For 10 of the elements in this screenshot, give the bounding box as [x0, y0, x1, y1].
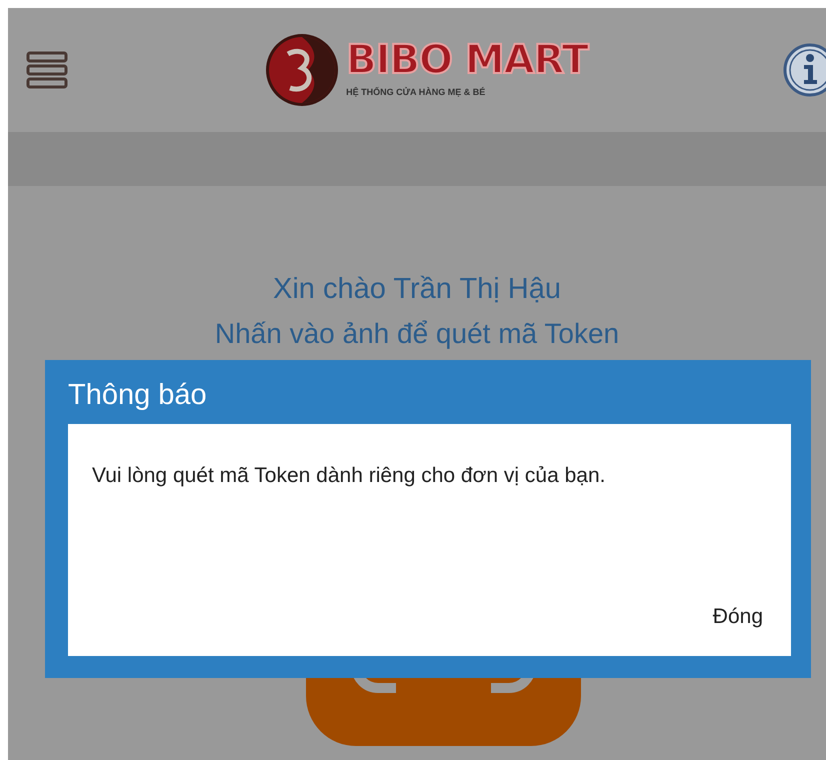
logo-tagline: HỆ THỐNG CỬA HÀNG MẸ & BÉ [346, 86, 486, 100]
greeting-text: Xin chào Trần Thị Hậu [272, 272, 562, 307]
close-button[interactable]: Đóng [706, 596, 769, 636]
dialog-message: Vui lòng quét mã Token dành riêng cho đơn vị của bạn. [92, 462, 606, 489]
info-icon[interactable] [782, 42, 826, 98]
instruction-text: Nhấn vào ảnh để quét mã Token [214, 318, 620, 350]
logo-icon [264, 32, 340, 108]
menu-icon[interactable] [26, 50, 70, 90]
logo-name: BIBO MART [346, 40, 588, 80]
dialog-title: Thông báo [68, 378, 208, 413]
